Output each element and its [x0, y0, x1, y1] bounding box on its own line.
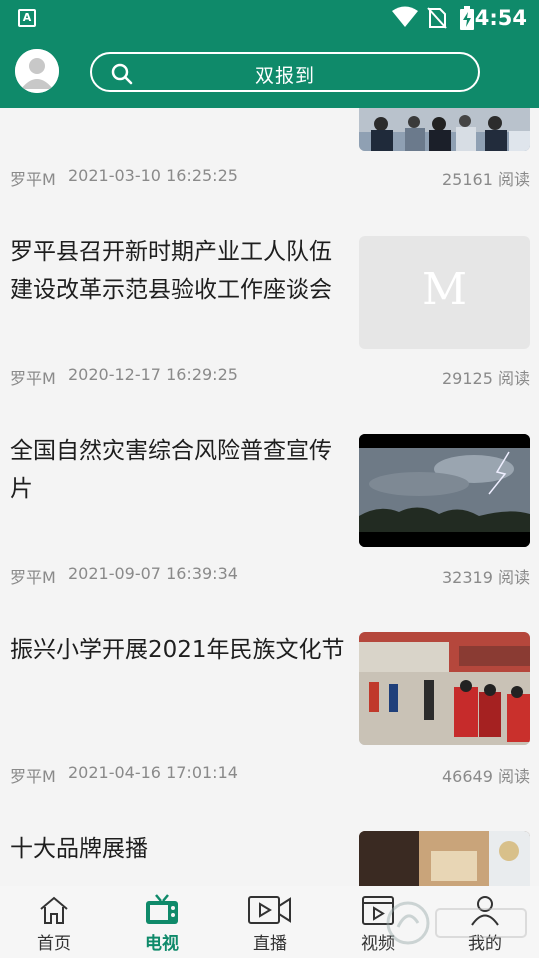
- news-thumbnail: M: [359, 236, 530, 349]
- read-count: 25161 阅读: [442, 170, 530, 189]
- news-source-name: 罗平M: [10, 568, 56, 587]
- app-header: A 4:54 双报到: [0, 0, 539, 108]
- live-camera-icon: [248, 896, 291, 924]
- status-bar: A 4:54: [0, 0, 539, 36]
- read-count: 46649 阅读: [442, 767, 530, 786]
- placeholder-logo: M: [421, 264, 468, 315]
- news-feed[interactable]: 2021-03-10 16:25:25 罗平M 25161 阅读 罗平县召开新时…: [0, 108, 539, 886]
- news-source-name: 罗平M: [10, 369, 56, 388]
- tv-icon: [146, 894, 178, 924]
- news-source-name: 罗平M: [10, 767, 56, 786]
- news-datetime: 2020-12-17 16:29:25: [68, 365, 238, 384]
- search-bar[interactable]: 双报到: [90, 52, 480, 92]
- news-datetime: 2021-09-07 16:39:34: [68, 564, 238, 583]
- news-source-name: 罗平M: [10, 170, 56, 189]
- read-count: 29125 阅读: [442, 369, 530, 388]
- news-thumbnail: [359, 108, 530, 151]
- nav-label: 电视: [145, 934, 179, 954]
- news-thumbnail: [359, 434, 530, 547]
- news-title: 罗平县召开新时期产业工人队伍建设改革示范县验收工作座谈会: [10, 239, 332, 303]
- news-datetime: 2021-04-16 17:01:14: [68, 763, 238, 782]
- watermark-logo-icon: [386, 901, 527, 945]
- news-title: 全国自然灾害综合风险普查宣传片: [10, 438, 332, 502]
- read-count: 32319 阅读: [442, 568, 530, 587]
- wifi-icon: [392, 6, 418, 27]
- avatar[interactable]: [15, 49, 59, 93]
- battery-charging-icon: [460, 6, 474, 30]
- news-title: 十大品牌展播: [10, 836, 148, 862]
- no-sim-icon: [427, 7, 447, 29]
- search-placeholder: 双报到: [254, 65, 315, 87]
- nav-label: 首页: [37, 934, 71, 954]
- news-title: 振兴小学开展2021年民族文化节: [10, 637, 345, 663]
- news-thumbnail: [359, 831, 530, 886]
- nav-label: 直播: [253, 934, 287, 954]
- user-avatar-icon: [15, 49, 59, 93]
- nav-live[interactable]: 直播: [216, 886, 324, 958]
- news-source: 2021-03-10 16:25:25: [68, 166, 238, 185]
- nav-home[interactable]: 首页: [0, 886, 108, 958]
- news-thumbnail: [359, 632, 530, 745]
- app-notification-icon: A: [18, 9, 36, 27]
- nav-tv[interactable]: 电视: [108, 886, 216, 958]
- clock: 4:54: [474, 6, 527, 30]
- home-icon: [40, 896, 68, 924]
